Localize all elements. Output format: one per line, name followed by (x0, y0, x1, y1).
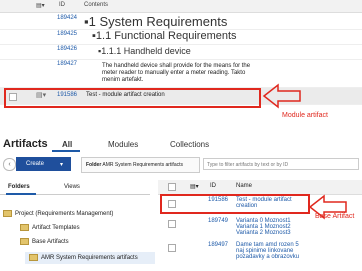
artifact-id-link[interactable]: 189427 (57, 61, 77, 67)
tab-modules[interactable]: Modules (108, 140, 138, 149)
type-menu-icon[interactable]: ▤▾ (36, 2, 45, 9)
tab-views[interactable]: Views (64, 184, 80, 190)
module-grid-header: ▤▾ ID Contents (0, 0, 362, 13)
requirement-text: The handheld device shall provide for th… (102, 63, 251, 83)
type-menu-icon[interactable]: ▤▾ (190, 183, 199, 190)
active-tab-indicator (52, 150, 80, 152)
tab-collections[interactable]: Collections (170, 140, 209, 149)
id-column-header[interactable]: ID (59, 2, 65, 8)
tree-item-project[interactable]: Project (Requirements Management) (3, 210, 113, 217)
row-checkbox[interactable] (168, 244, 176, 252)
artifact-id-link[interactable]: 189425 (57, 31, 77, 37)
table-row[interactable]: 189497 Dame tam amd rozen 5 naj spinime … (158, 240, 362, 268)
artifact-name-link[interactable]: Varianta 0 Moznost1 Varianta 1 Moznost2 … (236, 218, 306, 236)
module-artifact-annotation: Module artifact (282, 112, 328, 119)
arrow-icon (262, 83, 301, 109)
base-artifact-highlight (160, 194, 310, 214)
filter-input[interactable]: Type to filter artifacts by text or by I… (203, 158, 359, 170)
name-column-header[interactable]: Name (236, 183, 252, 189)
contents-column-header[interactable]: Contents (84, 2, 108, 8)
select-all-checkbox[interactable] (168, 183, 176, 191)
artifact-id-link[interactable]: 189424 (57, 15, 77, 21)
artifact-id-link[interactable]: 189497 (208, 242, 228, 248)
tree-item-base-artifacts[interactable]: Base Artifacts (20, 238, 69, 245)
heading-1: ▪1 System Requirements (84, 14, 228, 29)
tree-item-amr-folder[interactable]: AMR System Requirements artifacts (25, 252, 155, 264)
folder-icon (20, 224, 29, 231)
folder-selector[interactable]: Folder AMR System Requirements artifacts (81, 157, 200, 173)
left-panel-tabs: Folders Views (0, 180, 150, 195)
page-title: Artifacts (3, 138, 48, 150)
artifact-grid-header: ▤▾ ID Name (158, 180, 362, 195)
heading-3: ▪1.1.1 Handheld device (98, 46, 191, 56)
tree-item-templates[interactable]: Artifact Templates (20, 224, 80, 231)
row-checkbox[interactable] (168, 220, 176, 228)
artifact-id-link[interactable]: 189426 (57, 46, 77, 52)
tab-all[interactable]: All (62, 140, 72, 149)
tab-folders[interactable]: Folders (8, 184, 30, 190)
folder-icon (29, 253, 38, 261)
heading-2: ▪1.1 Functional Requirements (92, 30, 237, 42)
base-artifact-annotation: Base Artifact (315, 213, 355, 220)
module-artifact-highlight (4, 88, 261, 108)
back-icon[interactable]: ‹ (3, 158, 16, 171)
active-left-tab-indicator (6, 193, 36, 195)
chevron-down-icon: ▾ (60, 162, 64, 168)
id-column-header[interactable]: ID (210, 183, 216, 189)
folder-icon (20, 238, 29, 245)
folder-icon (3, 210, 12, 217)
artifact-id-link[interactable]: 189749 (208, 218, 228, 224)
artifact-name-link[interactable]: Dame tam amd rozen 5 naj spinime linkova… (236, 242, 306, 260)
create-button[interactable]: Create ▾ (16, 157, 71, 171)
